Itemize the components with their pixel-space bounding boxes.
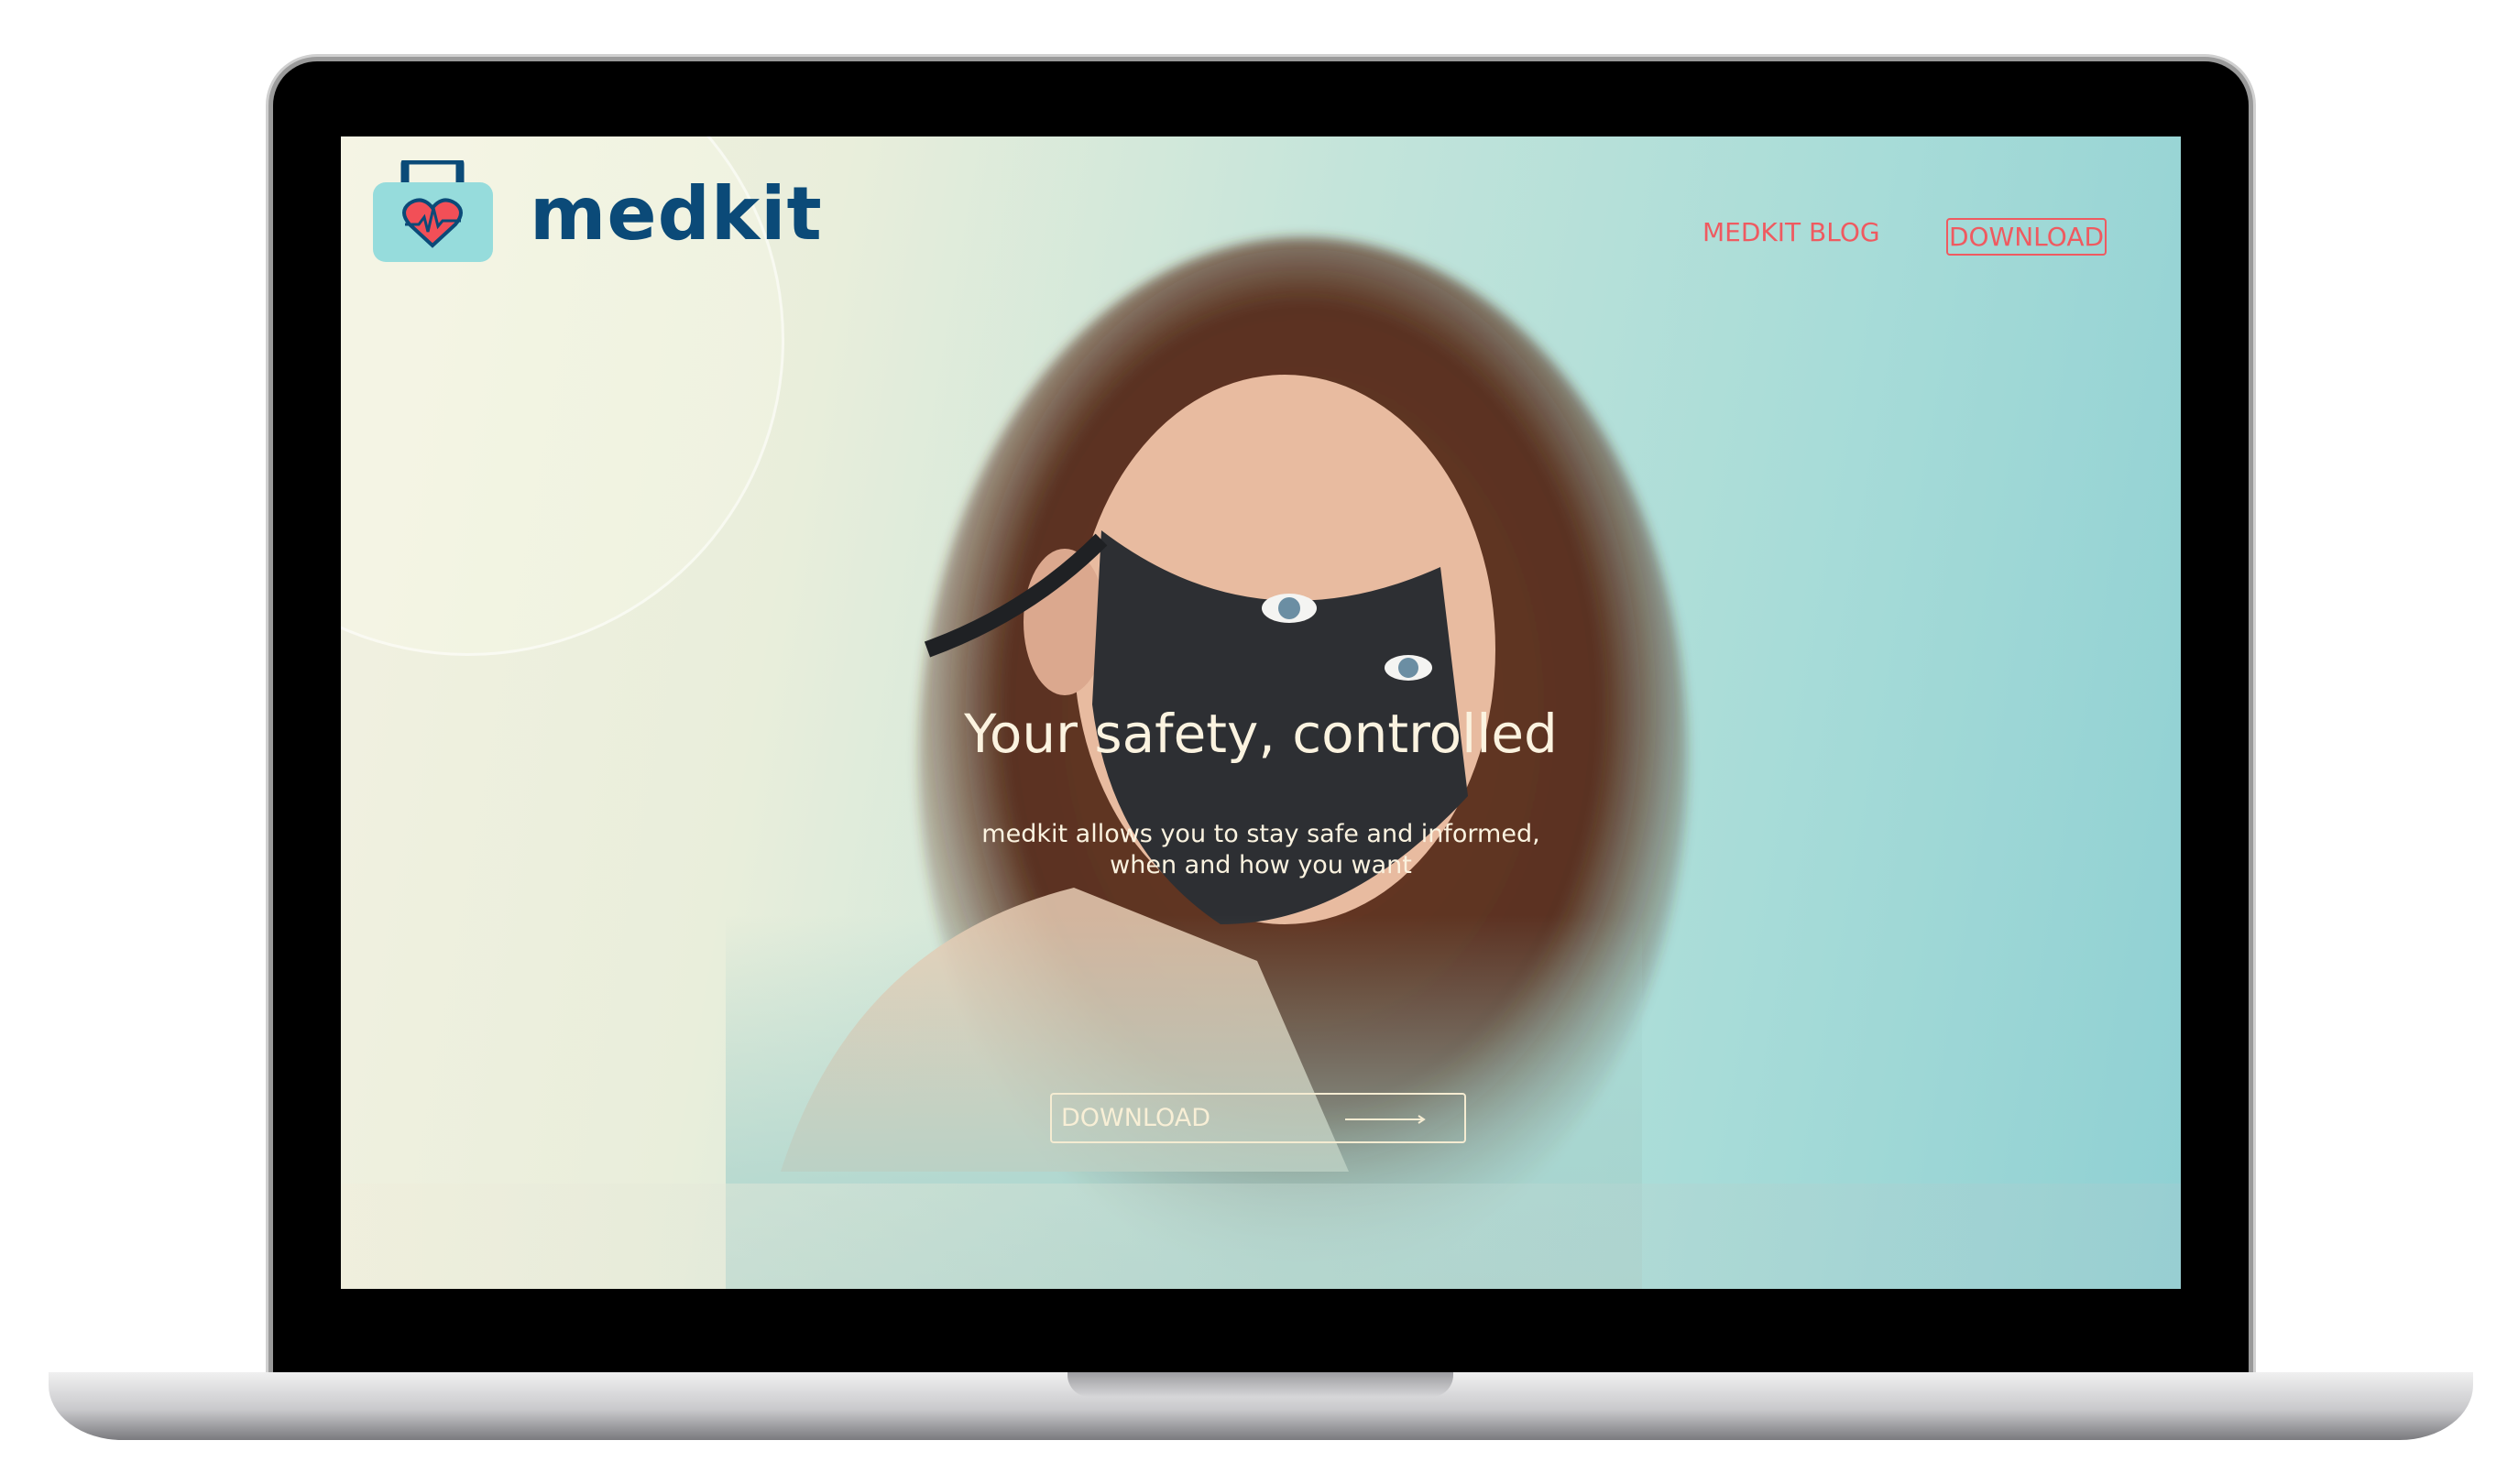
hero-download-label: DOWNLOAD bbox=[1061, 1104, 1211, 1132]
hero-subtitle: medkit allows you to stay safe and infor… bbox=[341, 819, 2181, 881]
brand-name[interactable]: medkit bbox=[530, 171, 823, 256]
laptop-screen: medkit MEDKIT BLOG DOWNLOAD Your safety,… bbox=[341, 136, 2181, 1289]
nav-blog-link[interactable]: MEDKIT BLOG bbox=[1702, 217, 1880, 247]
hero-subtitle-line2: when and how you want bbox=[1110, 851, 1412, 879]
bottom-band bbox=[341, 1184, 2181, 1289]
nav-download-button[interactable]: DOWNLOAD bbox=[1946, 218, 2107, 256]
medkit-bag-heart-icon bbox=[373, 160, 493, 262]
arrow-right-icon bbox=[1345, 1115, 1426, 1124]
hero-download-button[interactable]: DOWNLOAD bbox=[1050, 1093, 1466, 1143]
laptop-notch bbox=[1067, 1372, 1453, 1397]
hero-subtitle-line1: medkit allows you to stay safe and infor… bbox=[981, 820, 1540, 848]
hero-headline: Your safety, controlled bbox=[964, 703, 1558, 765]
